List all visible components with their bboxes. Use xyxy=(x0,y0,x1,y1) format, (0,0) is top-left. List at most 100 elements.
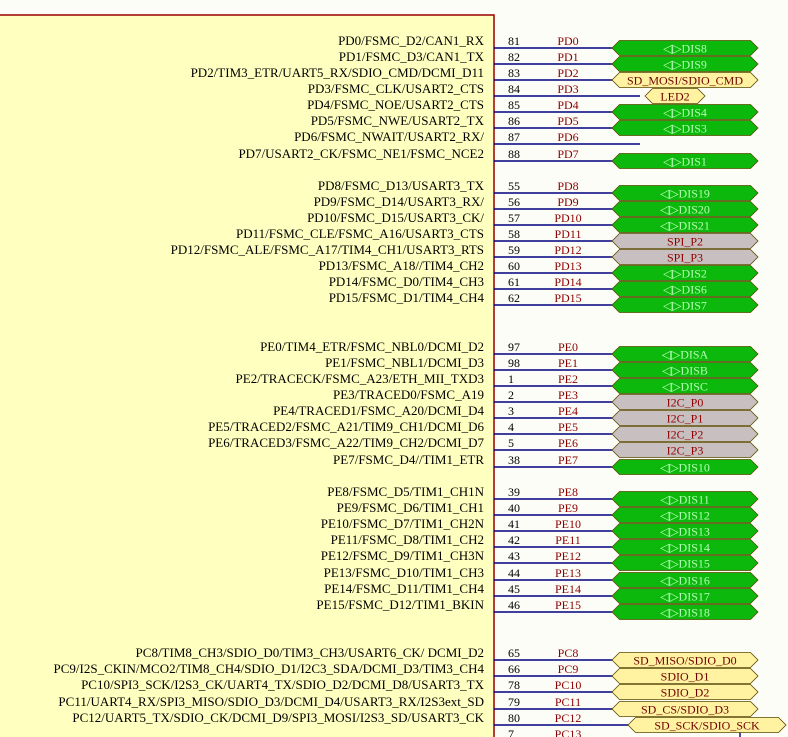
net-name: PD1 xyxy=(557,50,578,64)
pin-function-label: PE5/TRACED2/FSMC_A21/TIM9_CH1/DCMI_D6 xyxy=(208,419,484,434)
pin-function-label: PE8/FSMC_D5/TIM1_CH1N xyxy=(327,484,484,499)
net-name: PE11 xyxy=(555,533,581,547)
pin-number: 61 xyxy=(508,275,520,289)
pin-number: 81 xyxy=(508,34,520,48)
net-name: PE5 xyxy=(558,420,578,434)
net-port-label: ◁▷DIS19 xyxy=(660,187,710,201)
net-port-label: ◁▷DIS7 xyxy=(663,299,707,313)
pin-number: 98 xyxy=(508,356,520,370)
net-port-label: ◁▷DIS20 xyxy=(660,203,710,217)
pin-function-label: PC11/UART4_RX/SPI3_MISO/SDIO_D3/DCMI_D4/… xyxy=(58,694,484,709)
net-name: PE7 xyxy=(558,453,578,467)
pin-number: 45 xyxy=(508,582,520,596)
net-port-label: SDIO_D2 xyxy=(661,686,710,700)
pin-function-label: PD0/FSMC_D2/CAN1_RX xyxy=(338,33,485,48)
net-port-label: ◁▷DIS17 xyxy=(660,590,710,604)
net-port-label: ◁▷DIS9 xyxy=(663,58,707,72)
net-name: PD4 xyxy=(557,98,578,112)
net-name: PC10 xyxy=(555,678,582,692)
pin-number: 56 xyxy=(508,195,520,209)
net-port-label: SPI_P2 xyxy=(667,235,703,249)
net-name: PE15 xyxy=(555,598,581,612)
pin-number: 87 xyxy=(508,130,520,144)
pin-number: 86 xyxy=(508,114,520,128)
net-name: PD15 xyxy=(554,291,581,305)
net-name: PC9 xyxy=(558,662,579,676)
pin-number: 62 xyxy=(508,291,520,305)
net-name: PE9 xyxy=(558,501,578,515)
net-port-label: ◁▷DIS6 xyxy=(663,283,707,297)
pin-function-label: PD5/FSMC_NWE/USART2_TX xyxy=(311,113,485,128)
net-name: PC12 xyxy=(555,711,582,725)
net-name: PE6 xyxy=(558,436,578,450)
pin-number: 38 xyxy=(508,453,520,467)
net-port-label: ◁▷DIS8 xyxy=(663,42,707,56)
pin-number: 84 xyxy=(508,82,520,96)
pin-number: 1 xyxy=(508,372,514,386)
pin-pc13: 7 PC13 xyxy=(508,727,581,737)
pin-function-label: PD11/FSMC_CLE/FSMC_A16/USART3_CTS xyxy=(236,226,484,241)
schematic-diagram: PD0/FSMC_D2/CAN1_RX 81 PD0 ◁▷DIS8 PD1/FSMC_D… xyxy=(0,14,787,737)
net-port-label: ◁▷DISB xyxy=(662,364,708,378)
pin-function-label: PD6/FSMC_NWAIT/USART2_RX/ xyxy=(294,129,484,144)
net-name: PD3 xyxy=(557,82,578,96)
pin-number: 97 xyxy=(508,340,520,354)
net-port-label: SPI_P3 xyxy=(667,251,703,265)
net-port-label: ◁▷DIS21 xyxy=(660,219,710,233)
pin-function-label: PE2/TRACECK/FSMC_A23/ETH_MII_TXD3 xyxy=(236,371,484,386)
pin-function-label: PE0/TIM4_ETR/FSMC_NBL0/DCMI_D2 xyxy=(260,339,484,354)
pin-function-label: PC10/SPI3_SCK/I2S3_CK/UART4_TX/SDIO_D2/D… xyxy=(81,677,485,692)
net-name: PD2 xyxy=(557,66,578,80)
pin-function-label: PE6/TRACED3/FSMC_A22/TIM9_CH2/DCMI_D7 xyxy=(208,435,484,450)
pin-function-label: PE12/FSMC_D9/TIM1_CH3N xyxy=(321,548,485,563)
net-name: PC8 xyxy=(558,646,579,660)
net-name: PE3 xyxy=(558,388,578,402)
pin-function-label: PE7/FSMC_D4//TIM1_ETR xyxy=(333,452,484,467)
pin-function-label: PE3/TRACED0/FSMC_A19 xyxy=(333,387,484,402)
pin-number: 57 xyxy=(508,211,520,225)
pin-number: 59 xyxy=(508,243,520,257)
pin-function-label: PD4/FSMC_NOE/USART2_CTS xyxy=(307,97,484,112)
pin-function-label: PE4/TRACED1/FSMC_A20/DCMI_D4 xyxy=(273,403,484,418)
net-port-label: SD_CS/SDIO_D3 xyxy=(641,703,729,717)
net-port-label: SD_MISO/SDIO_D0 xyxy=(633,654,736,668)
pin-number: 82 xyxy=(508,50,520,64)
net-name: PE14 xyxy=(555,582,581,596)
net-port-label: ◁▷DIS1 xyxy=(663,155,707,169)
net-port-label: ◁▷DISC xyxy=(662,380,708,394)
net-port-label: ◁▷DIS4 xyxy=(663,106,707,120)
net-port-label: LED2 xyxy=(660,90,689,104)
net-port-label: ◁▷DISA xyxy=(662,348,709,362)
net-name: PD8 xyxy=(557,179,578,193)
pin-number: 4 xyxy=(508,420,514,434)
pin-function-label: PD14/FSMC_D0/TIM4_CH3 xyxy=(329,274,484,289)
net-port-label: ◁▷DIS18 xyxy=(660,606,710,620)
net-name: PE0 xyxy=(558,340,578,354)
net-name: PD10 xyxy=(554,211,581,225)
net-port-label: ◁▷DIS10 xyxy=(660,461,710,475)
pin-number: 66 xyxy=(508,662,520,676)
net-name: PE10 xyxy=(555,517,581,531)
pin-function-label: PE14/FSMC_D11/TIM1_CH4 xyxy=(324,581,484,596)
net-port-label: SDIO_D1 xyxy=(661,670,710,684)
pin-number: 7 xyxy=(508,727,514,737)
net-name: PD5 xyxy=(557,114,578,128)
pin-number: 41 xyxy=(508,517,520,531)
pin-function-label: PD8/FSMC_D13/USART3_TX xyxy=(318,178,485,193)
pin-function-label: PD9/FSMC_D14/USART3_RX/ xyxy=(314,194,485,209)
pin-number: 78 xyxy=(508,678,520,692)
pin-number: 55 xyxy=(508,179,520,193)
pin-function-label: PD10/FSMC_D15/USART3_CK/ xyxy=(307,210,484,225)
net-port-label: ◁▷DIS2 xyxy=(663,267,707,281)
pin-function-label: PC9/I2S_CKIN/MCO2/TIM8_CH4/SDIO_D1/I2C3_… xyxy=(54,661,485,676)
pin-function-label: PE11/FSMC_D8/TIM1_CH2 xyxy=(331,532,484,547)
net-name: PE1 xyxy=(558,356,578,370)
net-port-label: ◁▷DIS14 xyxy=(660,541,710,555)
pin-number: 3 xyxy=(508,404,514,418)
pin-number: 46 xyxy=(508,598,520,612)
pin-number: 83 xyxy=(508,66,520,80)
pin-number: 42 xyxy=(508,533,520,547)
net-port-label: SD_MOSI/SDIO_CMD xyxy=(627,74,743,88)
net-port-label: I2C_P2 xyxy=(667,428,704,442)
net-port-label: SD_SCK/SDIO_SCK xyxy=(654,719,760,733)
